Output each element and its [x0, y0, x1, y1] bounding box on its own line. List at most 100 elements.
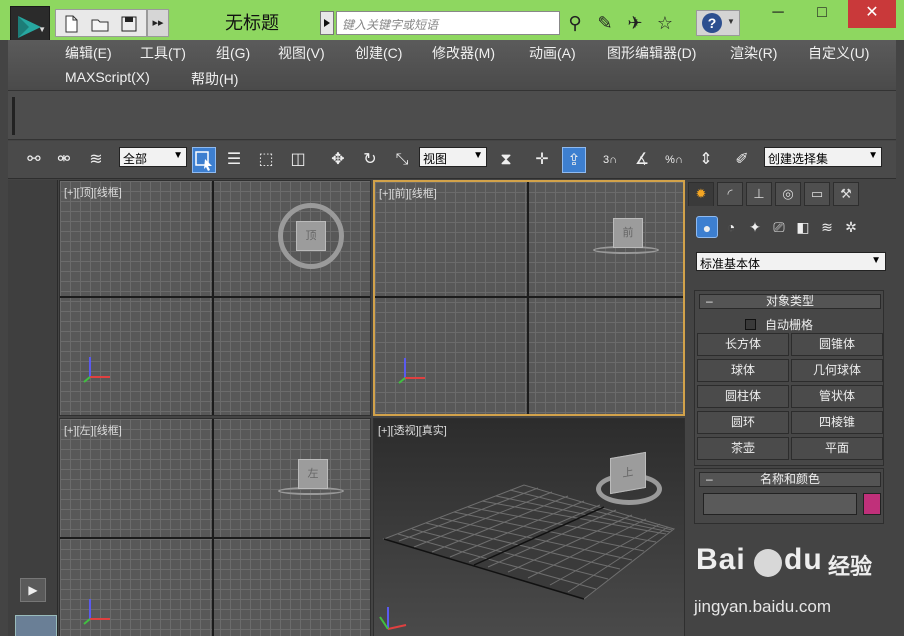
binoculars-icon[interactable]: ⚲ — [564, 12, 586, 34]
3dsmax-window: ▼ ▸▸ 无标题 键入关键字或短语 ⚲ ✎ ✈ ☆ ? ▼ ─ □ ✕ 编辑(E… — [0, 0, 904, 636]
object-name-field[interactable] — [703, 493, 857, 515]
tab-create[interactable]: ✹ — [688, 182, 714, 206]
search-expand-button[interactable] — [320, 11, 334, 35]
viewport-top[interactable]: [+][顶][线框] 顶 — [59, 180, 371, 416]
tab-display[interactable]: ▭ — [804, 182, 830, 206]
cone-button[interactable]: 圆锥体 — [791, 333, 883, 356]
snap-3d-label: 3 — [602, 154, 610, 166]
select-object-icon[interactable] — [192, 147, 216, 173]
autogrid-checkbox[interactable] — [745, 319, 756, 330]
box-button[interactable]: 长方体 — [697, 333, 789, 356]
viewport-left[interactable]: [+][左][线框] 左 — [59, 418, 371, 636]
star-icon[interactable]: ☆ — [654, 12, 676, 34]
open-file-icon[interactable] — [90, 14, 110, 34]
menu-help[interactable]: 帮助(H) — [191, 69, 238, 89]
command-panel-tabs: ✹ ◜ ⊥ ◎ ▭ ⚒ — [686, 182, 896, 206]
maximize-button[interactable]: □ — [800, 0, 844, 28]
ribbon-area — [8, 90, 896, 140]
close-button[interactable]: ✕ — [848, 0, 896, 28]
menu-graph-editors[interactable]: 图形编辑器(D) — [607, 43, 696, 63]
window-crossing-icon[interactable]: ◫ — [286, 147, 310, 173]
app-menu-arrow-icon: ▼ — [38, 25, 46, 34]
name-color-header[interactable]: – 名称和颜色 — [699, 472, 881, 487]
tube-button[interactable]: 管状体 — [791, 385, 883, 408]
plane-button[interactable]: 平面 — [791, 437, 883, 460]
grid-axis-y — [212, 419, 214, 636]
save-file-icon[interactable] — [119, 14, 139, 34]
menu-create[interactable]: 创建(C) — [355, 43, 402, 63]
minimize-button[interactable]: ─ — [756, 0, 800, 28]
menu-group[interactable]: 组(G) — [216, 43, 250, 63]
menu-edit[interactable]: 编辑(E) — [65, 43, 112, 63]
axis-tripod-icon — [398, 358, 425, 384]
select-manipulate-icon[interactable]: ✛ — [530, 147, 554, 173]
pivot-center-icon[interactable]: ⧗ — [494, 147, 518, 173]
viewport-front[interactable]: [+][前][线框] 前 — [373, 180, 685, 416]
torus-button[interactable]: 圆环 — [697, 411, 789, 434]
snap-3d-icon[interactable]: 3∩ — [598, 147, 622, 173]
percent-snap-icon[interactable]: %∩ — [662, 147, 686, 173]
reference-coordinate-dropdown[interactable]: 视图 ▼ — [419, 147, 487, 167]
tab-motion[interactable]: ◎ — [775, 182, 801, 206]
angle-snap-icon[interactable]: ∡ — [630, 147, 654, 173]
rectangular-selection-icon[interactable]: ⬚ — [254, 147, 278, 173]
lights-icon[interactable]: ✦ — [744, 216, 766, 238]
menu-views[interactable]: 视图(V) — [278, 43, 325, 63]
object-color-swatch[interactable] — [863, 493, 881, 515]
collapse-minus-icon: – — [706, 294, 713, 308]
cylinder-button[interactable]: 圆柱体 — [697, 385, 789, 408]
menu-modifiers[interactable]: 修改器(M) — [432, 43, 495, 63]
menu-maxscript[interactable]: MAXScript(X) — [65, 69, 150, 85]
edit-named-selection-icon[interactable]: ✐ — [730, 147, 754, 173]
helpers-icon[interactable]: ◧ — [792, 216, 814, 238]
object-type-header[interactable]: – 对象类型 — [699, 294, 881, 309]
named-selection-dropdown[interactable]: 创建选择集 ▼ — [764, 147, 882, 167]
viewport-layout-tab[interactable] — [15, 615, 57, 636]
axis-tripod-icon — [83, 357, 110, 383]
menu-animation[interactable]: 动画(A) — [529, 43, 576, 63]
cameras-icon[interactable]: ⎚ — [768, 216, 790, 238]
tab-utilities[interactable]: ⚒ — [833, 182, 859, 206]
keyboard-shortcut-override-icon[interactable]: ⇪ — [562, 147, 586, 173]
search-input[interactable]: 键入关键字或短语 — [336, 11, 560, 35]
bind-space-warp-icon[interactable]: ≋ — [84, 147, 108, 173]
unlink-icon[interactable]: ⚮ — [52, 147, 76, 173]
category-dropdown[interactable]: 标准基本体 ▼ — [696, 252, 886, 271]
scale-icon[interactable]: ⤡ — [390, 147, 414, 173]
shapes-icon[interactable]: ◔ — [720, 216, 742, 238]
sphere-button[interactable]: 球体 — [697, 359, 789, 382]
viewport-top-label[interactable]: [+][顶][线框] — [64, 184, 122, 200]
menu-customize[interactable]: 自定义(U) — [808, 43, 869, 63]
quick-access-more-button[interactable]: ▸▸ — [147, 9, 169, 37]
window-title: 无标题 — [225, 13, 279, 33]
expand-layout-button[interactable]: ▶ — [20, 578, 46, 602]
name-color-title: 名称和颜色 — [759, 472, 820, 486]
viewport-left-label[interactable]: [+][左][线框] — [64, 422, 122, 438]
teapot-button[interactable]: 茶壶 — [697, 437, 789, 460]
systems-gear-icon[interactable]: ✲ — [840, 216, 862, 238]
wrench-icon[interactable]: ✎ — [594, 12, 616, 34]
menu-tools[interactable]: 工具(T) — [140, 43, 186, 63]
satellite-icon[interactable]: ✈ — [624, 12, 646, 34]
move-icon[interactable]: ✥ — [326, 147, 350, 173]
ribbon-grip[interactable] — [12, 97, 15, 135]
select-by-name-icon[interactable]: ☰ — [222, 147, 246, 173]
tab-hierarchy[interactable]: ⊥ — [746, 182, 772, 206]
chevron-down-icon: ▼ — [868, 150, 878, 161]
spinner-snap-icon[interactable]: ⇕ — [694, 147, 718, 173]
link-icon[interactable]: ⚯ — [22, 147, 46, 173]
tab-modify[interactable]: ◜ — [717, 182, 743, 206]
new-file-icon[interactable] — [61, 14, 81, 34]
quick-access-toolbar — [55, 9, 147, 37]
viewcube-face: 前 — [613, 218, 643, 248]
menu-rendering[interactable]: 渲染(R) — [730, 43, 777, 63]
selection-filter-dropdown[interactable]: 全部 ▼ — [119, 147, 187, 167]
geosphere-button[interactable]: 几何球体 — [791, 359, 883, 382]
viewport-perspective[interactable]: [+][透视][真实] 上 — [373, 418, 685, 636]
help-button[interactable]: ? ▼ — [696, 10, 740, 36]
space-warps-icon[interactable]: ≋ — [816, 216, 838, 238]
pyramid-button[interactable]: 四棱锥 — [791, 411, 883, 434]
viewport-front-label[interactable]: [+][前][线框] — [379, 185, 437, 201]
rotate-icon[interactable]: ↻ — [358, 147, 382, 173]
geometry-sphere-icon[interactable]: ● — [696, 216, 718, 238]
